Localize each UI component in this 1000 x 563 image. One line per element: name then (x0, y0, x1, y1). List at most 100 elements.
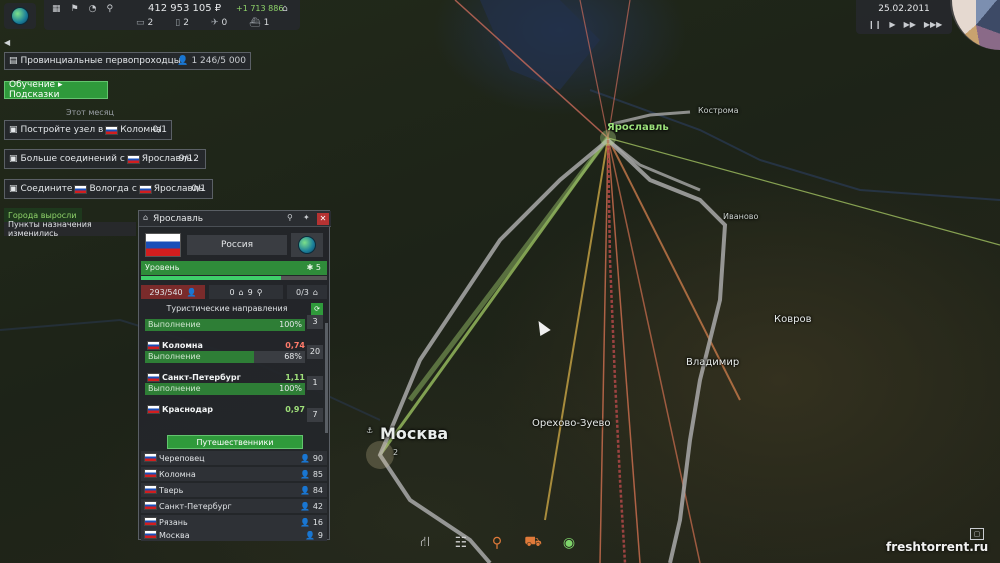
person-icon: 👤 (300, 469, 311, 479)
speed-2-button[interactable]: ▶▶ (904, 20, 916, 29)
level-value: ✱ 5 (306, 263, 321, 272)
task-text: Больше соединений с (20, 154, 125, 164)
country-globe-button[interactable] (291, 233, 323, 257)
train-count[interactable]: ▯ 2 (175, 18, 189, 28)
main-quest-progress: 👤 1 246/5 000 (177, 56, 246, 66)
country-name[interactable]: Россия (187, 235, 287, 255)
destination-count: 20 (307, 345, 323, 359)
city-stats: 293/540 👤 0 ⌂ 9 ⚲ 0/3 ⌂ (141, 285, 327, 299)
russia-flag-icon (144, 485, 157, 494)
city-label-yaroslavl[interactable]: Ярославль (607, 122, 669, 133)
close-panel-button[interactable]: ✕ (317, 213, 329, 225)
top-bar: ▦ ⚑ ◔ ⚲ 412 953 105 ₽ +1 713 886 ⌂ ▭ 2 ▯ 2… (44, 0, 300, 30)
russia-flag-icon (147, 372, 160, 382)
destination-row[interactable]: Коломна 0,74 Выполнение 68% (145, 339, 305, 363)
destination-count: 3 (307, 315, 323, 329)
ship-icon: ⛴ (249, 18, 261, 28)
refresh-icon[interactable]: ⟳ (311, 303, 323, 315)
pin-icon[interactable]: ⚲ (106, 4, 113, 14)
collapse-arrow-icon[interactable]: ◀ (4, 38, 10, 47)
route-pin-icon[interactable]: ⚲ (488, 534, 506, 552)
destinations-scrollbar[interactable] (325, 323, 328, 433)
traveler-row[interactable]: Коломна 👤 85 (141, 467, 327, 481)
pause-button[interactable]: ❙❙ (868, 20, 881, 29)
pin-panel-icon[interactable]: ✦ (303, 213, 310, 222)
bus-icon: ▭ (136, 18, 145, 28)
city-label-kovrov[interactable]: Ковров (774, 314, 811, 325)
person-icon: 👤 (300, 501, 311, 511)
level-progress-bar (141, 276, 327, 280)
flag-icon[interactable]: ⚑ (71, 4, 79, 14)
gauge-icon[interactable]: ◔ (89, 4, 97, 14)
russia-flag-icon (144, 530, 157, 539)
city-label-orekhovo-zuevo[interactable]: Орехово-Зуево (532, 418, 611, 429)
person-icon: 👤 (177, 56, 189, 66)
russia-flag-icon (144, 469, 157, 478)
speed-3-button[interactable]: ▶▶▶ (924, 20, 942, 29)
destination-row[interactable]: Краснодар 0,97 (145, 403, 305, 415)
person-icon: 👤 (305, 530, 316, 540)
destination-fulfilment-bar: Выполнение 100% (145, 383, 305, 395)
population-stat[interactable]: 293/540 👤 (141, 285, 205, 299)
train-icon: ▯ (175, 18, 181, 28)
vehicle-counts: ▭ 2 ▯ 2 ✈ 0 ⛴ 1 (136, 18, 269, 28)
expand-icon[interactable]: ▢ (970, 528, 984, 540)
city-label-moscow[interactable]: Москва (380, 424, 448, 443)
main-quest-label: Провинциальные первопроходцы (20, 56, 181, 66)
anchor-icon: ⚓ (366, 426, 374, 435)
game-date: 25.02.2011 (878, 4, 930, 14)
russia-flag-icon (144, 517, 157, 526)
destination-row[interactable]: Санкт-Петербург 1,11 Выполнение 100% (145, 371, 305, 395)
stop-icon: ⚲ (256, 287, 263, 297)
depot-icon: ⌂ (312, 287, 318, 297)
traveler-row[interactable]: Санкт-Петербург 👤 42 (141, 499, 327, 513)
grid-icon[interactable]: ▦ (52, 4, 61, 14)
build-toolbar: ⛙ ☷ ⚲ ⛟ ◉ (416, 534, 578, 552)
bulldozer-icon[interactable]: ⛟ (524, 534, 542, 552)
city-label-kostroma[interactable]: Кострома (698, 106, 739, 115)
destination-fulfilment-bar: Выполнение 68% (145, 351, 305, 363)
plane-count[interactable]: ✈ 0 (211, 18, 227, 28)
city-level-moscow: 2 (393, 448, 399, 457)
speed-1-button[interactable]: ▶ (889, 20, 895, 29)
speed-controls: ❙❙ ▶ ▶▶ ▶▶▶ (868, 20, 942, 29)
task-more-connections[interactable]: ▣ Больше соединений с Ярославль 9/12 (4, 149, 206, 169)
russia-flag-icon (144, 501, 157, 510)
traveler-row[interactable]: Рязань 👤 16 (141, 515, 327, 529)
ship-count[interactable]: ⛴ 1 (249, 18, 269, 28)
depots-stat[interactable]: 0/3 ⌂ (287, 285, 327, 299)
city-label-ivanovo[interactable]: Иваново (723, 212, 758, 221)
tutorial-button[interactable]: Обучение ▸ Подсказки (4, 80, 108, 100)
money-balance: 412 953 105 ₽ (148, 3, 222, 14)
rail-icon[interactable]: ☷ (452, 534, 470, 552)
russia-flag-icon (138, 184, 152, 194)
road-icon[interactable]: ⛙ (416, 534, 434, 552)
world-globe-button[interactable] (4, 3, 36, 29)
destination-row[interactable]: Выполнение 100% (145, 319, 305, 331)
person-icon: 👤 (300, 517, 311, 527)
depot-icon[interactable]: ⌂ (282, 4, 288, 14)
bus-count[interactable]: ▭ 2 (136, 18, 153, 28)
notice-destinations-changed[interactable]: Пункты назначения изменились (4, 220, 136, 238)
task-build-node[interactable]: ▣ Постройте узел в Коломна 0/1 (4, 120, 172, 140)
city-panel-header[interactable]: ⌂ Ярославль ⚲ ✦ ✕ (139, 211, 331, 227)
traveler-row[interactable]: Череповец 👤 90 (141, 451, 327, 465)
russia-flag-icon (144, 453, 157, 462)
city-label-vladimir[interactable]: Владимир (686, 357, 739, 368)
travelers-button[interactable]: Путешественники (167, 435, 303, 449)
watermark: freshtorrent.ru (886, 540, 989, 554)
main-quest[interactable]: ▤ Провинциальные первопроходцы 👤 1 246/5… (4, 52, 251, 70)
destinations-title: Туристические направления (166, 304, 288, 313)
stations-stat[interactable]: 0 ⌂ 9 ⚲ (209, 285, 283, 299)
plane-icon: ✈ (210, 18, 219, 28)
destination-count: 1 (307, 376, 323, 390)
task-connect-cities[interactable]: ▣ Соедините Вологда с Ярославль 0/1 (4, 179, 213, 199)
locate-icon[interactable]: ⚲ (287, 213, 293, 222)
russia-flag-icon (147, 404, 160, 414)
traveler-row[interactable]: Москва 👤 9 (141, 529, 327, 541)
task-icon: ▣ (9, 154, 18, 164)
traveler-row[interactable]: Тверь 👤 84 (141, 483, 327, 497)
task-icon: ▣ (9, 184, 18, 194)
eye-icon[interactable]: ◉ (560, 534, 578, 552)
task-icon: ▣ (9, 125, 18, 135)
